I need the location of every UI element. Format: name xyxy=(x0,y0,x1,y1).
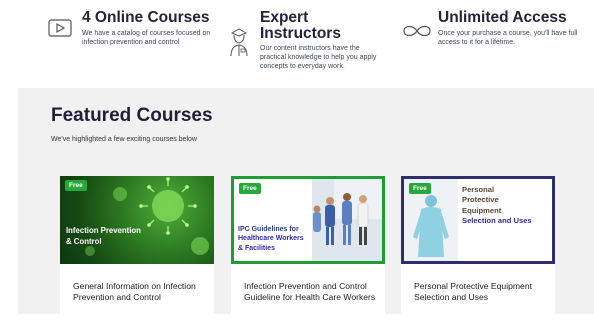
course-thumbnail[interactable]: Free Infection Prevention & Control xyxy=(60,176,214,264)
course-card-infection-prevention[interactable]: Free Infection Prevention & Control Gene… xyxy=(60,176,214,326)
play-video-icon xyxy=(48,19,72,42)
course-thumbnail[interactable]: Free Personal Protective Equipment Selec… xyxy=(401,176,555,264)
course-title[interactable]: Infection Prevention and Control Guideli… xyxy=(244,281,376,302)
features-strip: 4 Online Courses We have a catalog of co… xyxy=(0,0,594,88)
thumbnail-caption-line: & Control xyxy=(66,236,102,246)
course-card-ppe[interactable]: Free Personal Protective Equipment Selec… xyxy=(401,176,555,326)
thumbnail-caption-line: Healthcare Workers xyxy=(238,235,304,243)
free-badge: Free xyxy=(65,180,87,191)
feature-description: Once your purchase a course, you'll have… xyxy=(438,29,578,46)
thumbnail-caption-line: IPC Guidelines for xyxy=(238,226,299,233)
thumbnail-caption: IPC Guidelines for Healthcare Workers & … xyxy=(238,225,304,253)
thumbnail-caption-line: Infection Prevention xyxy=(66,226,141,235)
course-title[interactable]: General Information on Infection Prevent… xyxy=(73,281,205,302)
feature-title: 4 Online Courses xyxy=(82,9,210,26)
feature-description: We have a catalog of courses focused on … xyxy=(82,29,211,46)
featured-courses-section: Featured Courses We've highlighted a few… xyxy=(18,88,594,326)
instructor-icon xyxy=(228,27,250,62)
section-subheading: We've highlighted a few exciting courses… xyxy=(51,136,197,143)
thumbnail-caption: Infection Prevention & Control xyxy=(66,226,141,247)
feature-title: Unlimited Access xyxy=(438,9,567,26)
thumbnail-caption-line: Equipment xyxy=(462,205,502,215)
thumbnail-caption-line: Personal xyxy=(462,185,495,194)
infinity-icon xyxy=(402,24,432,43)
thumbnail-caption: Personal Protective Equipment Selection … xyxy=(462,185,532,226)
thumbnail-caption-line: & Facilities xyxy=(238,244,275,252)
course-title[interactable]: Personal Protective Equipment Selection … xyxy=(414,281,546,302)
course-card-ipc-guidelines[interactable]: Free IPC Guidelines for Healthcare Worke… xyxy=(231,176,385,326)
feature-title: Expert Instructors xyxy=(260,9,341,42)
feature-description: Our content instructors have the practic… xyxy=(260,45,377,71)
free-badge: Free xyxy=(409,183,431,194)
thumbnail-caption-line: Protective xyxy=(462,195,499,205)
thumbnail-caption-line: Selection and Uses xyxy=(462,215,532,225)
course-thumbnail[interactable]: Free IPC Guidelines for Healthcare Worke… xyxy=(231,176,385,264)
section-heading: Featured Courses xyxy=(51,105,213,126)
free-badge: Free xyxy=(239,183,261,194)
